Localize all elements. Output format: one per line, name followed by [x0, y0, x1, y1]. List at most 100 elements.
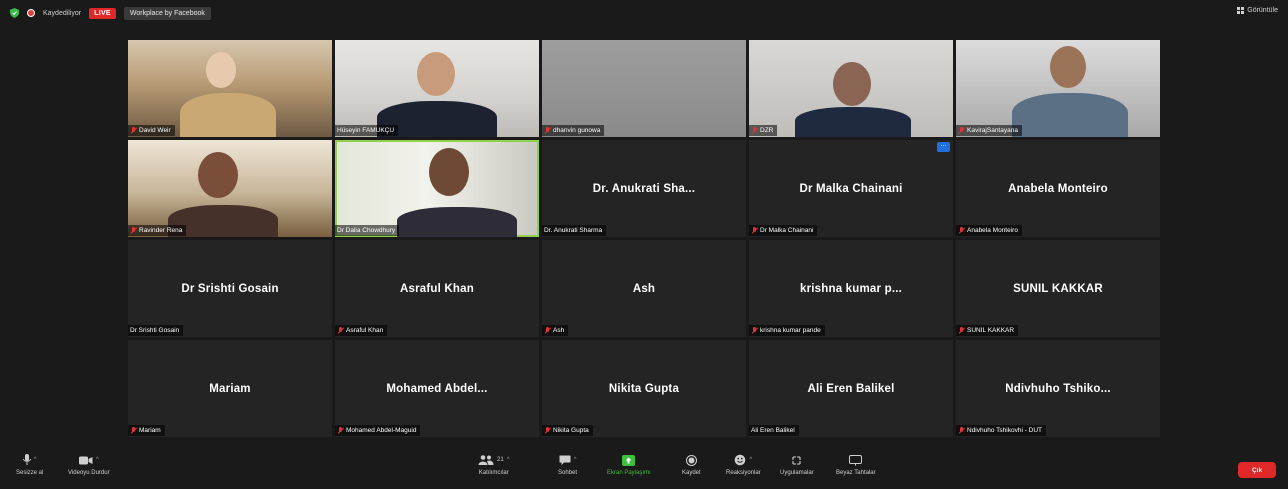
participant-tile-active-speaker[interactable]: Dr Dalia Chowdhury [335, 140, 539, 237]
zoom-meeting-window: Kaydediliyor LIVE Workplace by Facebook … [0, 0, 1288, 489]
mic-muted-icon [958, 126, 965, 135]
participant-display-name: Nikita Gupta [608, 382, 680, 395]
whiteboard-label: Beyaz Tahtalar [836, 470, 876, 476]
mic-muted-icon [130, 226, 137, 235]
participant-name: Ali Eren Balikel [751, 427, 795, 434]
whiteboard-icon [849, 454, 863, 465]
participant-nameplate: Ali Eren Balikel [749, 425, 799, 436]
participant-tile[interactable]: KavirajSantayana [956, 40, 1160, 137]
participant-name: SUNIL KAKKAR [967, 327, 1015, 334]
participant-tile[interactable]: dhanvin gunowa [542, 40, 746, 137]
participant-nameplate: Dr. Anukrati Sharma [542, 225, 607, 236]
participant-nameplate: Nikita Gupta [542, 425, 593, 436]
recording-icon[interactable] [27, 9, 35, 17]
participant-name: Dr Malka Chainani [760, 227, 814, 234]
view-button[interactable]: Görüntüle [1237, 7, 1278, 14]
mic-muted-icon [337, 326, 344, 335]
participant-tile[interactable]: krishna kumar p... krishna kumar pande [749, 240, 953, 337]
video-feed-person [1012, 93, 1128, 137]
chevron-up-icon[interactable]: ^ [34, 457, 37, 463]
participant-display-name: Dr Srishti Gosain [181, 282, 279, 295]
record-icon [685, 454, 697, 466]
participant-name: krishna kumar pande [760, 327, 821, 334]
chevron-up-icon[interactable]: ^ [507, 457, 510, 463]
participant-display-name: Ali Eren Balikel [807, 382, 895, 395]
top-bar: Kaydediliyor LIVE Workplace by Facebook … [0, 0, 1288, 26]
leave-meeting-button[interactable]: Çık [1238, 462, 1276, 478]
record-button[interactable]: Kaydet [682, 454, 701, 476]
grid-view-icon [1237, 7, 1245, 14]
participant-display-name: Anabela Monteiro [1008, 182, 1108, 195]
chevron-up-icon[interactable]: ^ [96, 457, 99, 463]
whiteboard-button[interactable]: Beyaz Tahtalar [836, 454, 876, 476]
participant-tile[interactable]: David Weir [128, 40, 332, 137]
participant-nameplate: Dr Dalia Chowdhury [335, 225, 400, 236]
workplace-badge[interactable]: Workplace by Facebook [123, 6, 211, 20]
participant-name: Mohamed Abdel-Maguid [346, 427, 417, 434]
mute-button[interactable]: ^ Sesizze al [16, 454, 43, 476]
participant-nameplate: Mariam [128, 425, 165, 436]
participant-tile[interactable]: Dr. Anukrati Sha... Dr. Anukrati Sharma [542, 140, 746, 237]
participant-name: Asraful Khan [346, 327, 384, 334]
participant-nameplate: DZR [749, 125, 778, 136]
participant-tile[interactable]: Ali Eren Balikel Ali Eren Balikel [749, 340, 953, 437]
share-screen-label: Ekran Paylaşımı [607, 470, 651, 476]
participant-tile[interactable]: Ndivhuho Tshiko... Ndivhuho Tshikovhi - … [956, 340, 1160, 437]
participant-name: Mariam [139, 427, 161, 434]
participant-tile[interactable]: Ash Ash [542, 240, 746, 337]
mic-muted-icon [544, 426, 551, 435]
more-options-button[interactable]: ... [937, 141, 950, 152]
mic-muted-icon [958, 326, 965, 335]
video-camera-icon [78, 456, 93, 464]
video-feed-head [206, 52, 236, 88]
mute-label: Sesizze al [16, 470, 44, 476]
participant-name: Ndivhuho Tshikovhi - DUT [967, 427, 1043, 434]
participant-tile[interactable]: Mariam Mariam [128, 340, 332, 437]
mic-muted-icon [130, 126, 137, 135]
participants-button[interactable]: 21 ^ Katılımcılar [478, 454, 510, 476]
shield-icon[interactable] [10, 8, 19, 18]
mic-muted-icon [958, 426, 965, 435]
video-feed-head [417, 52, 455, 96]
participant-tile[interactable]: Asraful Khan Asraful Khan [335, 240, 539, 337]
mic-muted-icon [337, 426, 344, 435]
participant-name: Ash [553, 327, 565, 334]
participant-name: David Weir [139, 127, 171, 134]
participants-icon [478, 455, 494, 465]
participant-nameplate: SUNIL KAKKAR [956, 325, 1019, 336]
participant-display-name: Ndivhuho Tshiko... [1005, 382, 1111, 395]
participant-nameplate: Dr Srishti Gosain [128, 325, 184, 336]
participant-tile[interactable]: Mohamed Abdel... Mohamed Abdel-Maguid [335, 340, 539, 437]
apps-button[interactable]: Uygulamalar [780, 454, 814, 476]
participant-tile[interactable]: Anabela Monteiro Anabela Monteiro [956, 140, 1160, 237]
share-screen-button[interactable]: Ekran Paylaşımı [607, 454, 651, 476]
chat-button[interactable]: ^ Sohbet [558, 454, 577, 476]
mic-muted-icon [751, 226, 758, 235]
participant-name: Dr Srishti Gosain [130, 327, 180, 334]
live-badge[interactable]: LIVE [89, 7, 116, 19]
meeting-toolbar: ^ Sesizze al ^ Videoyu Durdur 21 ^ Katıl… [0, 448, 1288, 489]
video-label: Videoyu Durdur [68, 470, 110, 476]
chevron-up-icon[interactable]: ^ [574, 457, 577, 463]
video-feed-head [429, 148, 469, 196]
participant-tile[interactable]: Nikita Gupta Nikita Gupta [542, 340, 746, 437]
participant-nameplate: Dr Malka Chainani [749, 225, 818, 236]
participant-name: Anabela Monteiro [967, 227, 1018, 234]
participant-tile[interactable]: DZR [749, 40, 953, 137]
gallery-view: David Weir Hüseyin FAMUKÇU dhanvin gunow… [128, 40, 1160, 437]
participant-name: dhanvin gunowa [553, 127, 601, 134]
mic-muted-icon [751, 326, 758, 335]
participant-display-name: Ash [632, 282, 656, 295]
participant-tile[interactable]: SUNIL KAKKAR SUNIL KAKKAR [956, 240, 1160, 337]
mic-muted-icon [958, 226, 965, 235]
stop-video-button[interactable]: ^ Videoyu Durdur [68, 454, 110, 476]
chevron-up-icon[interactable]: ^ [749, 457, 752, 463]
reactions-button[interactable]: ^ Reaksiyonlar [726, 454, 761, 476]
participant-tile[interactable]: ... Dr Malka Chainani Dr Malka Chainani [749, 140, 953, 237]
participant-name: Dr Dalia Chowdhury [337, 227, 396, 234]
participant-name: KavirajSantayana [967, 127, 1018, 134]
video-feed-person [397, 207, 517, 237]
participant-tile[interactable]: Hüseyin FAMUKÇU [335, 40, 539, 137]
participant-tile[interactable]: Dr Srishti Gosain Dr Srishti Gosain [128, 240, 332, 337]
participant-tile[interactable]: Ravinder Rena [128, 140, 332, 237]
